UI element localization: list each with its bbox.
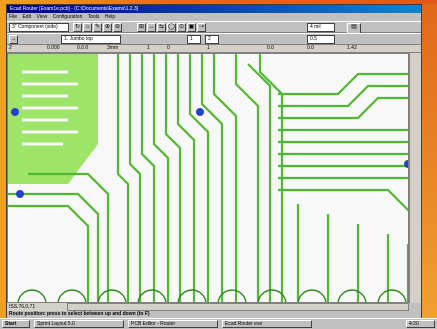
circle-icon[interactable]: ◯: [167, 23, 176, 32]
taskbar-clock: 4:20: [406, 320, 435, 328]
pcb-canvas[interactable]: [7, 53, 409, 303]
via: [11, 108, 19, 116]
via: [16, 190, 24, 198]
coord-0: 2: [9, 45, 12, 51]
zoom-in-icon[interactable]: ⊕: [103, 23, 112, 32]
coordinate-readout: ISS.76,0,71: [7, 303, 67, 311]
target-icon[interactable]: ⊙: [177, 23, 186, 32]
pencil-icon[interactable]: ✎: [93, 23, 102, 32]
coord-6: 1: [207, 45, 210, 51]
coord-1: 0.000: [47, 45, 60, 51]
desktop-side-panel: [420, 4, 437, 318]
menu-view[interactable]: View: [36, 14, 47, 20]
value-input-2[interactable]: 2: [205, 35, 219, 44]
home-icon[interactable]: ⌂: [83, 23, 92, 32]
toolbar-secondary: → 1. Jumbo top 1 2 0.5: [7, 33, 421, 45]
menu-help[interactable]: Help: [105, 14, 115, 20]
pour-cutouts: [22, 70, 78, 146]
window-title: Ecad Router [Exam1e.pcb] - (C:\Documents…: [7, 5, 421, 13]
net-select[interactable]: 1. Jumbo top: [61, 35, 121, 44]
width-input[interactable]: 4 mil: [307, 23, 335, 32]
menu-tools[interactable]: Tools: [88, 14, 100, 20]
menu-file[interactable]: File: [9, 14, 17, 20]
app-window: Ecad Router [Exam1e.pcb] - (C:\Documents…: [6, 4, 422, 322]
redo-icon[interactable]: ↻: [73, 23, 82, 32]
taskbar-item-sprint[interactable]: Sprint Layout 5.0: [34, 320, 124, 328]
coord-8: 0.0: [307, 45, 314, 51]
horizontal-scrollbar[interactable]: [67, 303, 409, 311]
coord-3: 3mm: [107, 45, 119, 51]
coord-9: 1.42: [347, 45, 357, 51]
start-button[interactable]: Start: [2, 320, 30, 328]
pointer-icon[interactable]: →: [9, 35, 18, 44]
vertical-scrollbar[interactable]: [409, 53, 421, 303]
layer-select[interactable]: 3" Component (side): [9, 23, 69, 32]
square-icon[interactable]: ▣: [187, 23, 196, 32]
grid-icon[interactable]: ⊞: [137, 23, 146, 32]
value-input-3[interactable]: 0.5: [307, 35, 335, 44]
menu-edit[interactable]: Edit: [22, 14, 31, 20]
menu-configuration[interactable]: Configuration: [53, 14, 83, 20]
coord-2: 0.0.0: [77, 45, 89, 51]
zoom-out-icon[interactable]: ⊖: [113, 23, 122, 32]
swap-icon[interactable]: ⇆: [157, 23, 166, 32]
pcb-traces: [8, 54, 408, 302]
taskbar: Start Sprint Layout 5.0 PCB Editor - Rou…: [0, 318, 437, 329]
coord-5: 0: [167, 45, 170, 51]
value-input-1[interactable]: 1: [187, 35, 201, 44]
menu-bar: File Edit View Configuration Tools Help: [7, 13, 421, 21]
coord-7: 0.0: [267, 45, 274, 51]
arrow-icon[interactable]: ⇢: [197, 23, 206, 32]
coord-4: 1: [147, 45, 150, 51]
taskbar-item-router[interactable]: Ecad Router exe: [222, 320, 312, 328]
via: [196, 108, 204, 116]
arrows-icon[interactable]: ↔: [147, 23, 156, 32]
toolbar-primary: 3" Component (side) ↻ ⌂ ✎ ⊕ ⊖ ⊞ ↔ ⇆ ◯ ⊙ …: [7, 21, 421, 43]
taskbar-item-pcb-editor[interactable]: PCB Editor - Router: [128, 320, 218, 328]
coordinate-row: 2 0.000 0.0.0 3mm 1 0 1 0.0 0.0 1.42: [7, 45, 421, 53]
status-message: Route position: press to select between …: [7, 311, 421, 318]
